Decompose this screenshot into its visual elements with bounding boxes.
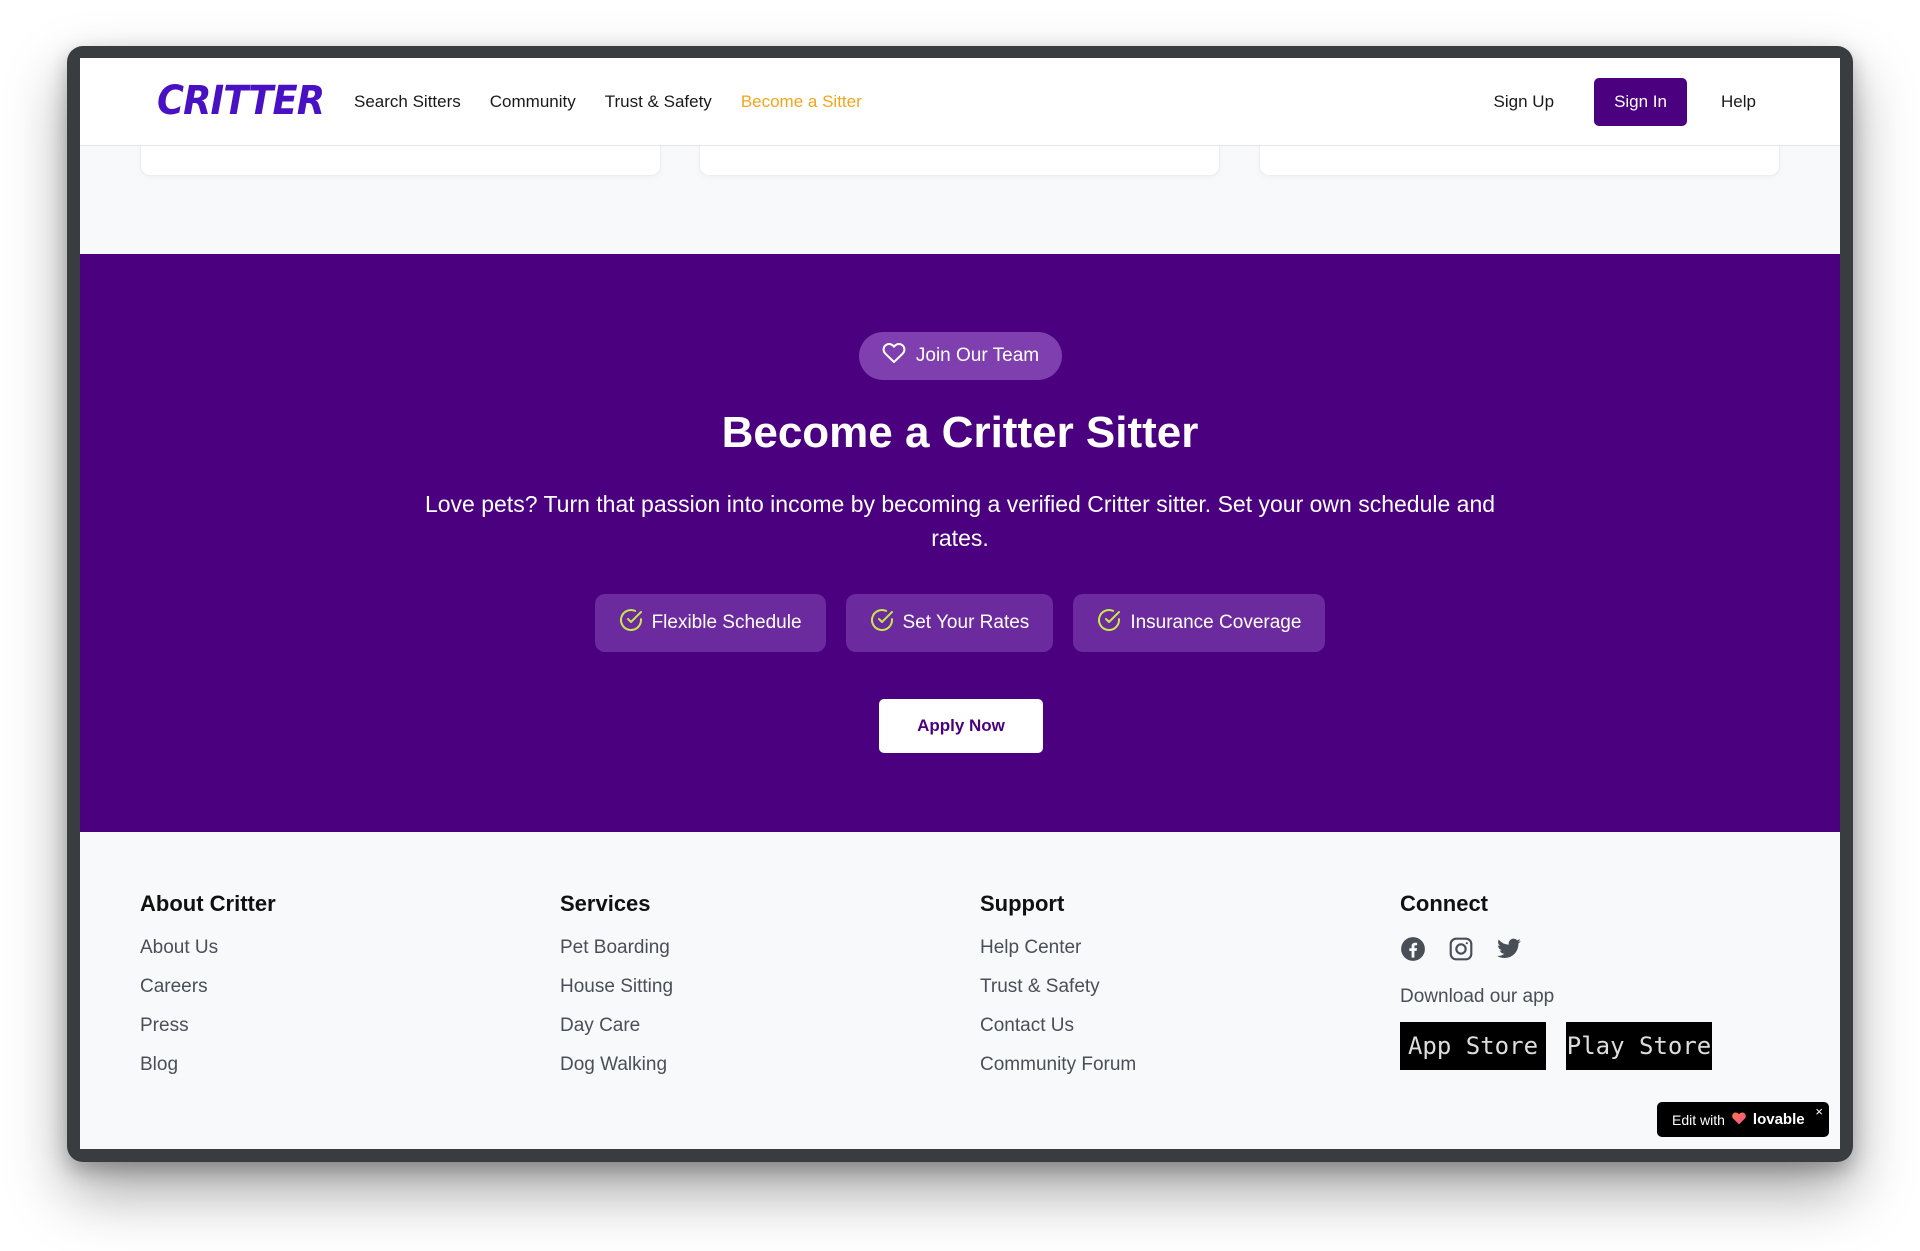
join-team-badge: Join Our Team [859, 332, 1062, 380]
footer-link-day-care[interactable]: Day Care [560, 1014, 673, 1037]
feature-list: Flexible Schedule Set Your Rates Insuran… [80, 594, 1840, 652]
footer-link-dog-walking[interactable]: Dog Walking [560, 1053, 673, 1076]
facebook-icon[interactable] [1400, 936, 1426, 962]
critter-logo[interactable]: CRITTER [157, 78, 325, 124]
header-actions: Sign Up Sign In Help [1494, 58, 1840, 146]
check-circle-icon [1097, 608, 1121, 638]
footer-heading-connect: Connect [1400, 891, 1488, 916]
nav-community[interactable]: Community [490, 92, 576, 112]
footer-connect-column: Connect Download our app App Store Play … [1400, 891, 1712, 1070]
help-link[interactable]: Help [1721, 92, 1756, 112]
hero-title: Become a Critter Sitter [721, 408, 1199, 457]
sign-in-button[interactable]: Sign In [1594, 78, 1688, 126]
check-circle-icon [619, 608, 643, 638]
footer-support-column: Support Help Center Trust & Safety Conta… [980, 891, 1136, 1092]
app-store-badges: App Store Play Store [1400, 1022, 1712, 1070]
twitter-icon[interactable] [1496, 936, 1522, 962]
footer-link-house-sitting[interactable]: House Sitting [560, 975, 673, 998]
footer-link-about-us[interactable]: About Us [140, 936, 276, 959]
sign-up-link[interactable]: Sign Up [1494, 92, 1554, 112]
footer-heading-support: Support [980, 891, 1065, 916]
footer-about-column: About Critter About Us Careers Press Blo… [140, 891, 276, 1092]
nav-search-sitters[interactable]: Search Sitters [354, 92, 461, 112]
browser-viewport: CRITTER Search Sitters Community Trust &… [80, 58, 1840, 1149]
main-nav: Search Sitters Community Trust & Safety … [354, 58, 891, 146]
lovable-prefix: Edit with [1672, 1111, 1725, 1128]
instagram-icon[interactable] [1448, 936, 1474, 962]
become-sitter-section: Join Our Team Become a Critter Sitter Lo… [80, 254, 1840, 832]
footer-link-trust-safety[interactable]: Trust & Safety [980, 975, 1136, 998]
footer-link-community-forum[interactable]: Community Forum [980, 1053, 1136, 1076]
site-footer: About Critter About Us Careers Press Blo… [80, 832, 1840, 1149]
edit-with-lovable-badge[interactable]: Edit with lovable × [1657, 1102, 1829, 1137]
footer-link-help-center[interactable]: Help Center [980, 936, 1136, 959]
site-header: CRITTER Search Sitters Community Trust &… [80, 58, 1840, 146]
feature-flexible-schedule: Flexible Schedule [594, 594, 826, 652]
feature-set-rates: Set Your Rates [845, 594, 1054, 652]
nav-trust-safety[interactable]: Trust & Safety [605, 92, 712, 112]
check-circle-icon [870, 608, 894, 638]
play-store-button[interactable]: Play Store [1566, 1022, 1712, 1070]
footer-link-pet-boarding[interactable]: Pet Boarding [560, 936, 673, 959]
footer-heading-about: About Critter [140, 891, 276, 916]
social-links [1400, 936, 1712, 962]
feature-insurance-coverage: Insurance Coverage [1073, 594, 1326, 652]
lovable-heart-icon [1731, 1111, 1747, 1128]
app-store-button[interactable]: App Store [1400, 1022, 1546, 1070]
footer-services-column: Services Pet Boarding House Sitting Day … [560, 891, 673, 1092]
feature-label: Set Your Rates [902, 612, 1030, 633]
feature-label: Flexible Schedule [651, 612, 802, 633]
nav-become-sitter[interactable]: Become a Sitter [741, 92, 862, 112]
join-team-label: Join Our Team [915, 345, 1040, 366]
heart-icon [882, 341, 906, 371]
hero-description: Love pets? Turn that passion into income… [424, 491, 1496, 551]
footer-link-careers[interactable]: Careers [140, 975, 276, 998]
footer-link-contact-us[interactable]: Contact Us [980, 1014, 1136, 1037]
footer-link-press[interactable]: Press [140, 1014, 276, 1037]
feature-label: Insurance Coverage [1130, 612, 1302, 633]
close-icon[interactable]: × [1815, 1104, 1823, 1119]
footer-link-blog[interactable]: Blog [140, 1053, 276, 1076]
lovable-brand: lovable [1752, 1111, 1805, 1128]
apply-now-button[interactable]: Apply Now [879, 699, 1043, 753]
footer-heading-services: Services [560, 891, 651, 916]
download-app-label: Download our app [1400, 986, 1555, 1007]
